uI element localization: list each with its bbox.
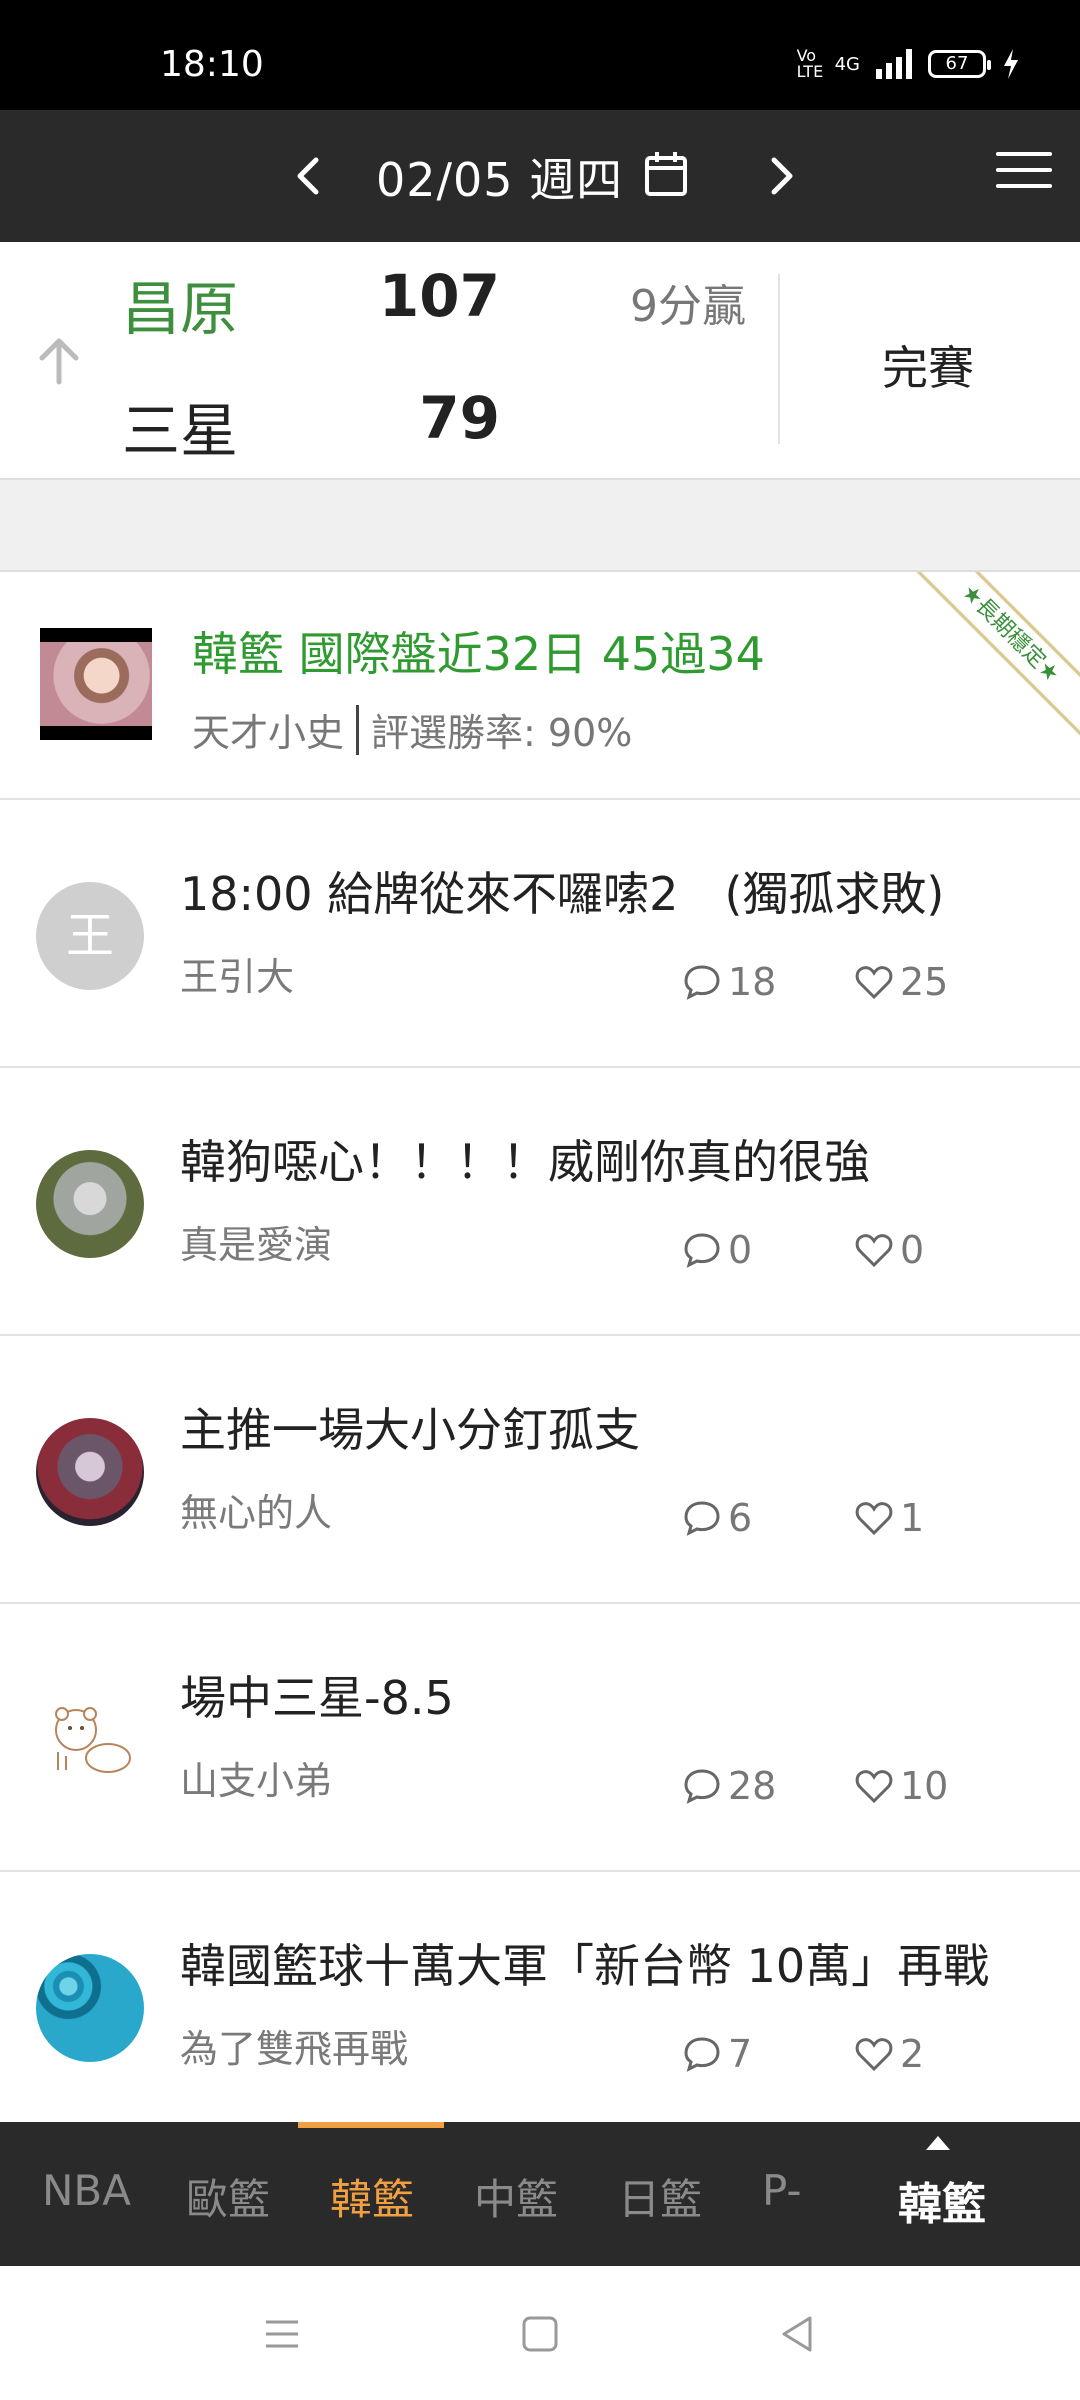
list-item[interactable]: 王 18:00 給牌從來不囉嗦2 (獨孤求敗) 王引大 18 25 (0, 800, 1080, 1068)
comment-icon (684, 965, 720, 1000)
league-picker-arrow-icon[interactable] (926, 2136, 950, 2150)
menu-icon[interactable] (996, 152, 1052, 198)
comment-count: 6 (682, 1496, 752, 1540)
avatar: 王 (36, 882, 144, 990)
post-author: 無心的人 (180, 1491, 333, 1535)
long-term-stable-ribbon: ★長期穩定★ (902, 572, 1080, 742)
heart-icon[interactable] (854, 2034, 894, 2074)
network-label: 4G (834, 53, 860, 75)
bear-avatar-icon (55, 1707, 131, 1773)
like-count[interactable]: 2 (854, 2032, 924, 2076)
post-author: 真是愛演 (180, 1223, 333, 1267)
list-item[interactable]: 韓國籃球十萬大軍「新台幣 10萬」再戰 為了雙飛再戰 7 2 (0, 1872, 1080, 2122)
home-icon[interactable] (516, 2310, 564, 2358)
featured-meta: 天才小史 評選勝率: 90% (192, 702, 632, 757)
comment-icon (684, 2037, 720, 2072)
tab-p-league[interactable]: P- (762, 2166, 802, 2215)
like-count-value: 1 (900, 1496, 925, 1540)
game-status: 完賽 (882, 341, 974, 395)
calendar-icon[interactable] (644, 150, 688, 198)
comment-count-value: 6 (728, 1496, 753, 1540)
status-time: 18:10 (160, 44, 264, 85)
featured-win-rate: 評選勝率: 90% (371, 711, 633, 755)
tab-japan-basketball[interactable]: 日籃 (618, 2166, 702, 2227)
like-count[interactable]: 1 (854, 1496, 924, 1540)
comment-icon (684, 1501, 720, 1536)
home-team-score: 107 (378, 262, 500, 330)
game-score-card[interactable]: 昌原 107 三星 79 9分贏 完賽 (0, 242, 1080, 480)
comment-icon (684, 1769, 720, 1804)
league-tab-bar: NBA 歐籃 韓籃 中籃 日籃 P- 韓籃 (0, 2122, 1080, 2266)
away-team-name: 三星 (122, 397, 239, 465)
comment-count-value: 7 (728, 2032, 753, 2076)
like-count[interactable]: 25 (854, 960, 948, 1004)
like-count-value: 10 (900, 1764, 949, 1808)
battery-icon: 67 (928, 50, 991, 78)
current-league-selector[interactable]: 韓籃 (898, 2168, 986, 2232)
featured-avatar (40, 628, 152, 740)
home-team-name: 昌原 (122, 275, 239, 343)
volte-indicator: Vo LTE (796, 46, 824, 81)
avatar (36, 1418, 144, 1526)
post-author: 山支小弟 (180, 1759, 333, 1803)
like-count[interactable]: 10 (854, 1764, 948, 1808)
post-author: 為了雙飛再戰 (180, 2027, 409, 2071)
comment-count-value: 18 (728, 960, 777, 1004)
featured-author: 天才小史 (192, 711, 345, 755)
heart-icon[interactable] (854, 962, 894, 1002)
post-author: 王引大 (180, 955, 295, 999)
avatar (36, 1954, 144, 2062)
result-note: 9分贏 (630, 281, 746, 332)
section-spacer (0, 480, 1080, 572)
comment-count: 18 (682, 960, 776, 1004)
avatar (36, 1686, 144, 1794)
arrow-up-icon[interactable] (34, 332, 84, 392)
heart-icon[interactable] (854, 1766, 894, 1806)
post-title: 主推一場大小分釘孤支 (180, 1403, 640, 1457)
system-navigation-bar (0, 2266, 1080, 2400)
recent-apps-icon[interactable] (258, 2310, 306, 2358)
like-count-value: 0 (900, 1228, 925, 1272)
post-title: 場中三星-8.5 (180, 1671, 454, 1725)
tab-nba[interactable]: NBA (42, 2166, 131, 2215)
like-count-value: 25 (900, 960, 949, 1004)
back-icon[interactable] (774, 2310, 822, 2358)
post-title: 18:00 給牌從來不囉嗦2 (獨孤求敗) (180, 867, 945, 921)
signal-icon (876, 49, 912, 79)
list-item[interactable]: 場中三星-8.5 山支小弟 28 10 (0, 1604, 1080, 1872)
heart-icon[interactable] (854, 1230, 894, 1270)
date-header: 02/05 週四 (0, 110, 1080, 242)
status-bar: 18:10 Vo LTE 4G 67 (0, 0, 1080, 110)
post-title: 韓狗噁心！！！！威剛你真的很強 (180, 1135, 870, 1189)
tab-korea-basketball[interactable]: 韓籃 (330, 2166, 414, 2227)
like-count[interactable]: 0 (854, 1228, 924, 1272)
previous-day-icon[interactable] (280, 146, 340, 206)
list-item[interactable]: 主推一場大小分釘孤支 無心的人 6 1 (0, 1336, 1080, 1604)
divider (778, 274, 780, 444)
ribbon-label: 長期穩定 (970, 593, 1051, 674)
post-title: 韓國籃球十萬大軍「新台幣 10萬」再戰 (180, 1939, 990, 1993)
date-label[interactable]: 02/05 週四 (376, 144, 623, 210)
away-team-score: 79 (419, 384, 500, 452)
comment-count: 7 (682, 2032, 752, 2076)
comment-icon (684, 1233, 720, 1268)
featured-post[interactable]: 韓籃 國際盤近32日 45過34 天才小史 評選勝率: 90% ★長期穩定★ (0, 572, 1080, 800)
comment-count: 0 (682, 1228, 752, 1272)
next-day-icon[interactable] (750, 146, 810, 206)
tab-europe-basketball[interactable]: 歐籃 (186, 2166, 270, 2227)
comment-count-value: 28 (728, 1764, 777, 1808)
charging-icon (1004, 49, 1018, 79)
list-item[interactable]: 韓狗噁心！！！！威剛你真的很強 真是愛演 0 0 (0, 1068, 1080, 1336)
comment-count: 28 (682, 1764, 776, 1808)
active-tab-indicator (298, 2122, 444, 2128)
tab-china-basketball[interactable]: 中籃 (474, 2166, 558, 2227)
like-count-value: 2 (900, 2032, 925, 2076)
comment-count-value: 0 (728, 1228, 753, 1272)
avatar (36, 1150, 144, 1258)
heart-icon[interactable] (854, 1498, 894, 1538)
status-icons: Vo LTE 4G 67 (797, 48, 1020, 80)
featured-title: 韓籃 國際盤近32日 45過34 (192, 627, 765, 681)
divider (356, 704, 360, 755)
